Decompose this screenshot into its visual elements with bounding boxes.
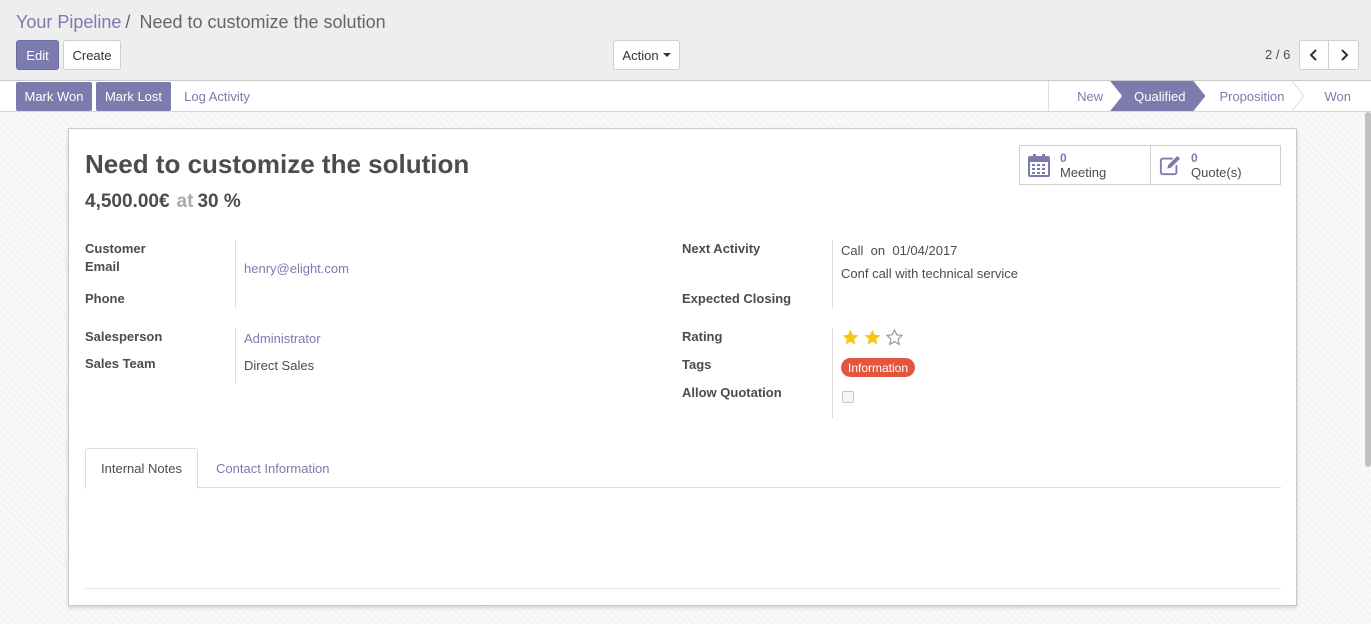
stage-new[interactable]: New bbox=[1048, 81, 1122, 111]
next-activity-label: Next Activity bbox=[682, 241, 761, 256]
action-dropdown[interactable]: Action bbox=[613, 40, 680, 70]
salesperson-value-link[interactable]: Administrator bbox=[244, 331, 321, 346]
activity-summary: Conf call with technical service bbox=[841, 266, 1019, 281]
breadcrumb-current: Need to customize the solution bbox=[139, 12, 386, 32]
probability-value: 30 % bbox=[197, 191, 241, 212]
meeting-smart-button[interactable]: 0 Meeting bbox=[1020, 146, 1150, 184]
field-divider bbox=[832, 240, 833, 308]
sales-team-label: Sales Team bbox=[85, 356, 156, 371]
breadcrumb: Your Pipeline / Need to customize the sol… bbox=[16, 12, 386, 33]
mark-lost-button[interactable]: Mark Lost bbox=[96, 82, 171, 111]
email-value-link[interactable]: henry@elight.com bbox=[244, 261, 349, 276]
stage-separator-icon bbox=[1291, 81, 1305, 111]
scrollbar[interactable] bbox=[1365, 112, 1371, 467]
quotes-smart-button[interactable]: 0 Quote(s) bbox=[1150, 146, 1280, 184]
field-divider bbox=[235, 328, 236, 383]
salesperson-label: Salesperson bbox=[85, 329, 163, 344]
opportunity-title: Need to customize the solution bbox=[85, 149, 470, 179]
phone-label: Phone bbox=[85, 291, 125, 306]
breadcrumb-parent-link[interactable]: Your Pipeline bbox=[16, 12, 121, 32]
breadcrumb-separator: / bbox=[125, 12, 131, 32]
stage-qualified[interactable]: Qualified bbox=[1110, 81, 1205, 111]
revenue-value: 4,500.00€ bbox=[85, 191, 170, 212]
control-panel: Your Pipeline / Need to customize the sol… bbox=[0, 0, 1371, 81]
pager-value: 2 / 6 bbox=[1265, 47, 1291, 62]
quotes-label: Quote(s) bbox=[1191, 165, 1242, 180]
star-filled-icon[interactable] bbox=[841, 328, 860, 347]
sales-team-value: Direct Sales bbox=[244, 358, 315, 373]
next-activity-value: Call on 01/04/2017 bbox=[841, 243, 957, 258]
email-label: Email bbox=[85, 259, 120, 274]
allow-quotation-checkbox[interactable] bbox=[842, 391, 854, 403]
field-divider bbox=[832, 328, 833, 418]
rating-stars bbox=[841, 328, 904, 347]
tag-badge[interactable]: Information bbox=[841, 358, 916, 377]
pager-next-button[interactable] bbox=[1328, 40, 1359, 70]
log-activity-button[interactable]: Log Activity bbox=[176, 82, 258, 111]
allow-quotation-label: Allow Quotation bbox=[682, 385, 782, 400]
tab-internal-notes[interactable]: Internal Notes bbox=[85, 448, 198, 489]
meeting-count: 0 bbox=[1060, 151, 1067, 165]
caret-down-icon bbox=[662, 53, 671, 57]
edit-icon bbox=[1159, 155, 1181, 176]
calendar-icon bbox=[1028, 154, 1050, 177]
meeting-label: Meeting bbox=[1060, 165, 1107, 180]
smart-buttons: 0 Meeting 0 Quote(s) bbox=[1019, 145, 1281, 185]
notebook-tabs: Internal Notes Contact Information bbox=[85, 448, 1281, 489]
mark-won-button[interactable]: Mark Won bbox=[16, 82, 92, 111]
activity-date: 01/04/2017 bbox=[892, 243, 958, 258]
stage-qualified-label: Qualified bbox=[1134, 88, 1186, 104]
quotes-count: 0 bbox=[1191, 151, 1198, 165]
notes-divider bbox=[85, 588, 1281, 589]
stage-new-label: New bbox=[1077, 88, 1104, 104]
expected-closing-label: Expected Closing bbox=[682, 291, 792, 306]
action-label: Action bbox=[622, 47, 659, 63]
star-empty-icon[interactable] bbox=[885, 328, 904, 347]
at-label: at bbox=[176, 191, 194, 212]
create-button[interactable]: Create bbox=[63, 40, 121, 70]
stage-proposition[interactable]: Proposition bbox=[1205, 81, 1305, 111]
tab-contact-information[interactable]: Contact Information bbox=[216, 448, 329, 488]
chevron-left-icon bbox=[1309, 49, 1317, 61]
customer-label: Customer bbox=[85, 241, 146, 256]
pager-previous-button[interactable] bbox=[1299, 40, 1329, 70]
expected-revenue: 4,500.00€ at 30 % bbox=[85, 191, 241, 213]
chevron-right-icon bbox=[1340, 49, 1348, 61]
stage-won-label: Won bbox=[1324, 88, 1352, 104]
edit-button[interactable]: Edit bbox=[16, 40, 59, 70]
statusbar: Mark Won Mark Lost Log Activity New Qual… bbox=[0, 81, 1371, 112]
activity-on: on bbox=[870, 243, 886, 258]
star-filled-icon[interactable] bbox=[863, 328, 882, 347]
stage-pipeline: New Qualified Proposition Won bbox=[1048, 81, 1371, 111]
activity-type: Call bbox=[841, 243, 864, 258]
form-sheet: Need to customize the solution 4,500.00€… bbox=[68, 128, 1297, 606]
field-divider bbox=[235, 240, 236, 308]
rating-label: Rating bbox=[682, 329, 723, 344]
stage-won[interactable]: Won bbox=[1305, 81, 1371, 111]
stage-proposition-label: Proposition bbox=[1219, 88, 1285, 104]
tags-label: Tags bbox=[682, 357, 712, 372]
